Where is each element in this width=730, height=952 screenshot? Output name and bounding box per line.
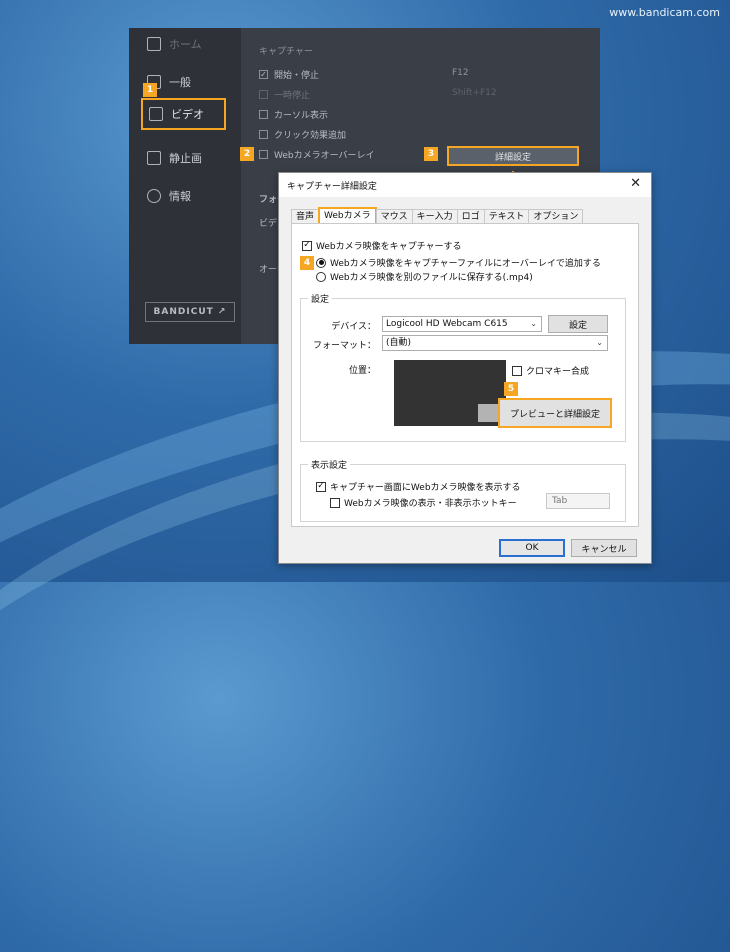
tab-text[interactable]: テキスト	[483, 209, 530, 224]
radio-selected[interactable]	[316, 257, 326, 268]
step-badge-1: 1	[143, 83, 157, 97]
device-select[interactable]: Logicool HD Webcam C615 ⌄	[382, 316, 542, 332]
webcam-tab-panel: ✓ Webカメラ映像をキャプチャーする 4 Webカメラ映像をキャプチャーファイ…	[291, 223, 639, 527]
format-select[interactable]: (自動) ⌄	[382, 335, 608, 351]
capture-section-title: キャプチャー	[259, 47, 313, 57]
watermark: www.bandicam.com	[609, 6, 720, 19]
format-label: フォーマット：	[312, 341, 376, 351]
pause-hotkey: Shift+F12	[452, 88, 497, 98]
tab-logo[interactable]: ロゴ	[456, 209, 485, 224]
show-cursor-option[interactable]: カーソル表示	[259, 108, 328, 121]
preview-and-advanced-button[interactable]: プレビューと詳細設定	[498, 398, 612, 428]
overlay-radio-row[interactable]: Webカメラ映像をキャプチャーファイルにオーバーレイで追加する	[316, 256, 601, 269]
checkbox[interactable]	[259, 110, 268, 119]
step-badge-3: 3	[424, 147, 438, 161]
checkbox-checked[interactable]: ✓	[302, 240, 312, 251]
capture-advanced-settings-dialog: キャプチャー詳細設定 ✕ 音声 Webカメラ マウス キー入力 ロゴ テキスト …	[278, 172, 652, 564]
tab-options[interactable]: オプション	[528, 209, 584, 224]
tab-bar: 音声 Webカメラ マウス キー入力 ロゴ テキスト オプション	[291, 207, 584, 227]
checkbox-checked[interactable]: ✓	[316, 481, 326, 492]
tab-mouse[interactable]: マウス	[375, 209, 413, 224]
click-effect-option[interactable]: クリック効果追加	[259, 128, 346, 141]
checkbox[interactable]	[259, 130, 268, 139]
toggle-hotkey-input[interactable]: Tab	[546, 493, 610, 509]
chroma-key-checkbox-row[interactable]: クロマキー合成	[512, 364, 589, 377]
device-label: デバイス：	[331, 322, 376, 332]
start-stop-hotkey: F12	[452, 68, 469, 78]
display-settings-group-label: 表示設定	[308, 458, 351, 471]
chevron-down-icon: ⌄	[596, 338, 603, 347]
capture-start-stop-option[interactable]: ✓ 開始・停止	[259, 68, 319, 81]
sidebar-item-video[interactable]: ビデオ	[141, 98, 226, 130]
advanced-settings-button[interactable]: 詳細設定	[447, 146, 579, 166]
checkbox[interactable]	[512, 365, 522, 376]
sidebar-item-label: ホーム	[169, 38, 202, 51]
sidebar-item-label: 一般	[169, 76, 191, 89]
sidebar-item-label: 情報	[169, 190, 191, 203]
webcam-position-preview[interactable]	[394, 360, 506, 426]
tab-audio[interactable]: 音声	[291, 209, 320, 224]
close-icon[interactable]: ✕	[630, 176, 641, 191]
step-badge-5: 5	[504, 382, 518, 396]
checkbox[interactable]	[259, 150, 268, 159]
sidebar: ホーム 一般 ビデオ 静止画 情報 BANDICUT ↗	[129, 28, 241, 344]
radio[interactable]	[316, 271, 326, 282]
show-webcam-on-screen-row[interactable]: ✓ キャプチャー画面にWebカメラ映像を表示する	[316, 480, 521, 493]
checkbox[interactable]: ✓	[259, 70, 268, 79]
checkbox[interactable]	[330, 497, 340, 508]
capture-webcam-checkbox-row[interactable]: ✓ Webカメラ映像をキャプチャーする	[302, 239, 462, 252]
sidebar-item-info[interactable]: 情報	[147, 188, 191, 204]
sidebar-item-image[interactable]: 静止画	[147, 150, 202, 166]
toggle-hotkey-row[interactable]: Webカメラ映像の表示・非表示ホットキー	[330, 496, 517, 509]
settings-group-label: 設定	[308, 292, 333, 305]
ok-button[interactable]: OK	[499, 539, 565, 557]
info-icon	[147, 189, 161, 203]
dialog-titlebar: キャプチャー詳細設定 ✕	[279, 173, 651, 197]
tab-keystroke[interactable]: キー入力	[411, 209, 458, 224]
step-badge-4: 4	[300, 256, 314, 270]
separate-file-radio-row[interactable]: Webカメラ映像を別のファイルに保存する(.mp4)	[316, 270, 533, 283]
home-icon	[147, 37, 161, 51]
position-label: 位置：	[348, 366, 376, 376]
sidebar-item-label: ビデオ	[171, 108, 204, 121]
image-settings-icon	[147, 151, 161, 165]
device-settings-button[interactable]: 設定	[548, 315, 608, 333]
webcam-overlay-option[interactable]: Webカメラオーバーレイ	[259, 148, 375, 161]
bandicut-logo[interactable]: BANDICUT ↗	[145, 302, 235, 322]
sidebar-item-home[interactable]: ホーム	[147, 36, 202, 52]
checkbox[interactable]	[259, 90, 268, 99]
capture-pause-option[interactable]: 一時停止	[259, 88, 310, 101]
cancel-button[interactable]: キャンセル	[571, 539, 637, 557]
dialog-title: キャプチャー詳細設定	[287, 182, 377, 192]
sidebar-item-label: 静止画	[169, 152, 202, 165]
step-badge-2: 2	[240, 147, 254, 161]
chevron-down-icon: ⌄	[530, 319, 537, 328]
video-settings-icon	[149, 107, 163, 121]
